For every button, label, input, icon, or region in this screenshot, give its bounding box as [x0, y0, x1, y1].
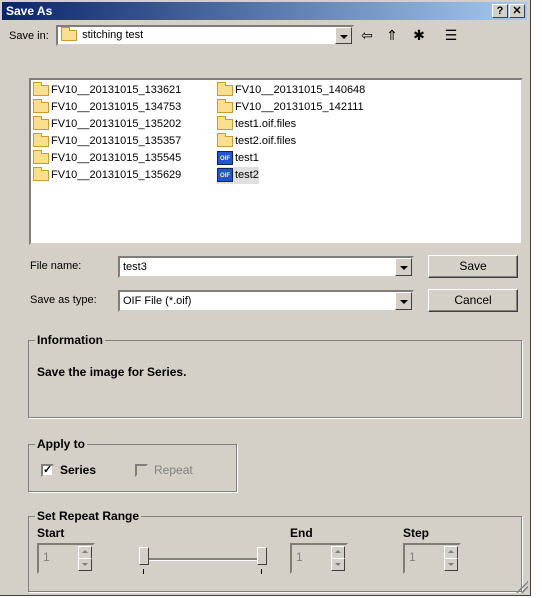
chevron-down-icon[interactable] [395, 292, 412, 310]
end-spinner[interactable]: 1 [290, 543, 348, 574]
save-button[interactable]: Save [428, 255, 518, 278]
folder-icon [33, 115, 49, 130]
folder-icon [33, 132, 49, 147]
save-as-type-label: Save as type: [30, 294, 97, 306]
folder-icon [33, 98, 49, 113]
save-in-dropdown[interactable]: stitching test [56, 25, 354, 46]
folder-icon [61, 26, 77, 41]
list-item[interactable]: FV10__20131015_135545 [33, 149, 181, 167]
chevron-down-icon[interactable] [395, 258, 412, 276]
spin-down-icon[interactable] [331, 558, 345, 571]
folder-icon [33, 149, 49, 164]
list-item-selected[interactable]: OIF test2 [217, 167, 259, 184]
close-button[interactable]: ✕ [509, 4, 525, 18]
save-as-type-dropdown[interactable]: OIF File (*.oif) [118, 290, 414, 312]
folder-icon [33, 166, 49, 181]
spin-down-icon[interactable] [78, 558, 92, 571]
view-menu-icon[interactable]: ☰ [438, 27, 464, 43]
information-text: Save the image for Series. [37, 365, 187, 379]
oif-file-icon: OIF [217, 168, 233, 183]
range-slider[interactable] [137, 545, 269, 579]
list-item[interactable]: FV10__20131015_135357 [33, 132, 181, 150]
save-as-dialog: Save As ? ✕ Save in: stitching test ⇦ ⇑ … [0, 0, 531, 596]
repeat-range-group: Set Repeat Range Start 1 End 1 Step 1 [28, 509, 522, 592]
repeat-label: Repeat [154, 463, 193, 477]
dialog-title: Save As [6, 4, 53, 18]
start-label: Start [37, 526, 65, 540]
slider-handle-end[interactable] [257, 547, 267, 565]
folder-icon [217, 132, 233, 147]
list-item[interactable]: FV10__20131015_142111 [217, 98, 364, 116]
new-folder-icon[interactable]: ✱ [410, 27, 428, 43]
slider-handle-start[interactable] [139, 547, 149, 565]
cancel-button[interactable]: Cancel [428, 289, 518, 312]
list-item[interactable]: FV10__20131015_134753 [33, 98, 181, 116]
list-item[interactable]: FV10__20131015_140648 [217, 81, 365, 99]
start-spinner[interactable]: 1 [37, 543, 95, 574]
folder-icon [217, 98, 233, 113]
end-label: End [290, 526, 313, 540]
apply-to-title: Apply to [35, 437, 87, 451]
folder-icon [33, 81, 49, 96]
step-label: Step [403, 526, 430, 540]
step-spinner[interactable]: 1 [403, 543, 461, 574]
list-item[interactable]: test2.oif.files [217, 132, 296, 150]
list-item[interactable]: OIF test1 [217, 150, 259, 167]
list-item[interactable]: test1.oif.files [217, 115, 296, 133]
folder-icon [217, 81, 233, 96]
information-title: Information [35, 333, 105, 347]
resize-grip-icon[interactable] [516, 581, 528, 593]
file-list[interactable]: FV10__20131015_133621 FV10__20131015_134… [29, 78, 523, 245]
repeat-checkbox[interactable] [135, 464, 148, 477]
chevron-down-icon[interactable] [335, 27, 352, 44]
apply-to-group: Apply to ✓ Series Repeat [28, 437, 237, 492]
information-group: Information Save the image for Series. [28, 333, 522, 418]
list-item[interactable]: FV10__20131015_133621 [33, 81, 181, 99]
spin-down-icon[interactable] [444, 558, 458, 571]
save-in-location: stitching test [82, 29, 144, 41]
back-arrow-icon[interactable]: ⇦ [358, 27, 376, 43]
up-folder-icon[interactable]: ⇑ [383, 27, 401, 43]
file-name-input[interactable]: test3 [118, 256, 414, 278]
repeat-range-title: Set Repeat Range [35, 509, 142, 523]
list-item[interactable]: FV10__20131015_135629 [33, 166, 181, 184]
oif-file-icon: OIF [217, 151, 233, 166]
series-checkbox[interactable]: ✓ [41, 464, 54, 477]
file-name-label: File name: [30, 260, 82, 272]
list-item[interactable]: FV10__20131015_135202 [33, 115, 181, 133]
series-label: Series [60, 463, 97, 477]
folder-icon [217, 115, 233, 130]
save-in-label: Save in: [9, 30, 49, 42]
title-bar[interactable]: Save As ? ✕ [2, 2, 527, 20]
help-button[interactable]: ? [492, 4, 508, 18]
